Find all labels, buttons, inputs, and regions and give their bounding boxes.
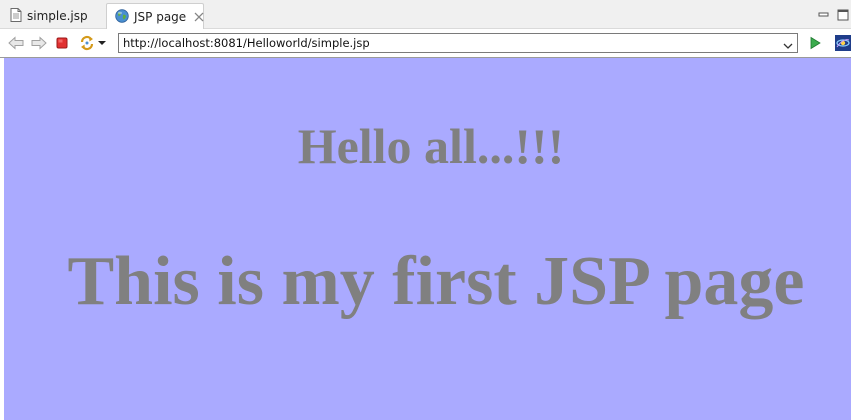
jsp-file-icon (10, 7, 22, 25)
url-field[interactable] (118, 33, 798, 53)
browser-window: simple.jsp JSP page http://localhost:808… (0, 0, 851, 420)
back-arrow-icon[interactable] (7, 34, 25, 52)
chevron-down-icon[interactable] (97, 34, 107, 52)
tab-label: JSP page (134, 10, 187, 24)
refresh-icon[interactable] (78, 34, 96, 52)
page-heading-hello: Hello all...!!! (297, 118, 565, 174)
chevron-down-icon[interactable] (782, 37, 794, 49)
page-heading-first-jsp: This is my first JSP page (67, 243, 805, 320)
browser-toolbar (0, 29, 851, 57)
editor-tab-bar: simple.jsp JSP page (0, 0, 851, 30)
url-input[interactable] (123, 34, 773, 52)
globe-icon (115, 8, 129, 26)
tab-label: simple.jsp (27, 9, 88, 23)
go-icon[interactable] (806, 34, 824, 52)
maximize-icon[interactable] (837, 6, 849, 21)
page-content: Hello all...!!! This is my first JSP pag… (4, 58, 851, 420)
minimize-icon[interactable] (818, 6, 830, 18)
tab-simple-jsp[interactable]: simple.jsp (2, 3, 106, 29)
forward-arrow-icon[interactable] (30, 34, 48, 52)
browser-logo-icon[interactable] (834, 34, 851, 52)
close-icon[interactable] (194, 11, 204, 23)
tab-jsp-page[interactable]: JSP page (106, 3, 204, 30)
stop-icon[interactable] (53, 34, 71, 52)
